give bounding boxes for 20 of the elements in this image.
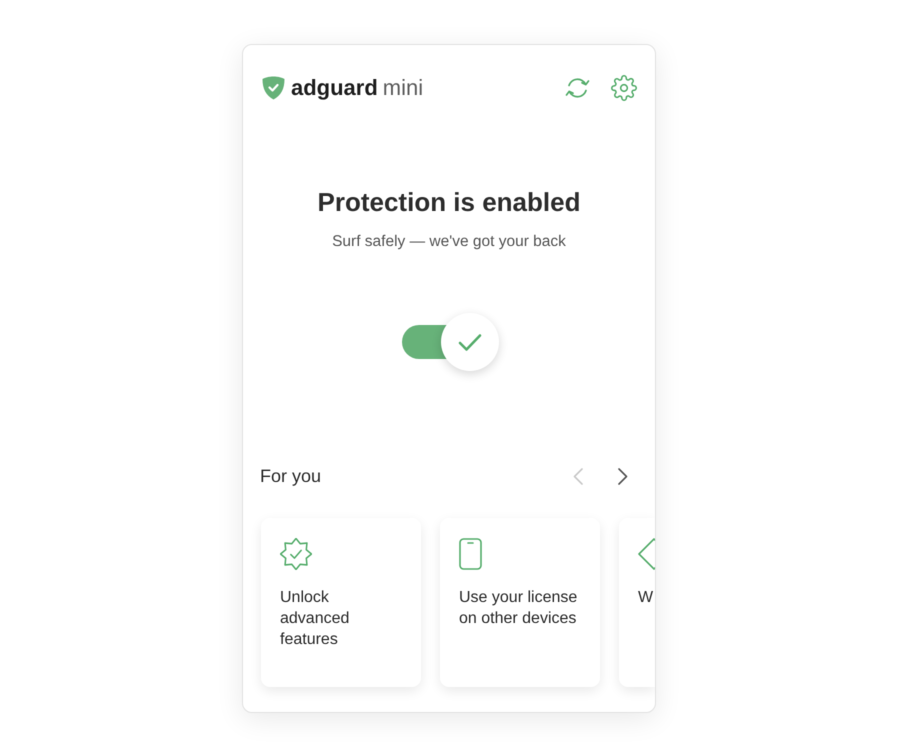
phone-icon [459,538,482,570]
card-text: Use your license on other devices [459,588,578,629]
card-text: Unlock advanced features [280,588,350,650]
shield-logo-icon [262,76,285,100]
settings-icon[interactable] [611,75,637,101]
refresh-icon[interactable] [565,76,590,100]
status-subtitle: Surf safely — we've got your back [331,232,567,252]
status-title: Protection is enabled [316,186,582,218]
section-title: For you [260,465,322,488]
feature-card[interactable]: Use your license on other devices [440,518,600,687]
feature-card[interactable]: Unlock advanced features [261,518,421,687]
feature-card[interactable]: W [619,518,655,687]
card-text: W [638,588,654,608]
brand-name: adguard [291,74,378,102]
diamond-icon [638,538,655,570]
product-name: mini [382,74,424,102]
protection-toggle[interactable] [402,313,498,371]
chevron-right-icon[interactable] [618,468,628,484]
check-icon [458,332,482,352]
badge-check-icon [280,538,312,570]
